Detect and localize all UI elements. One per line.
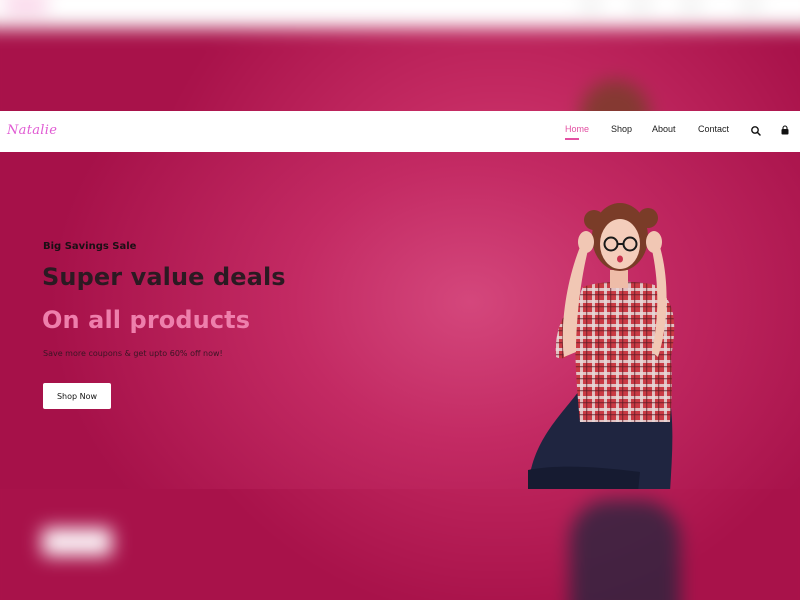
hero-eyebrow: Big Savings Sale — [43, 241, 137, 252]
nav-item-about[interactable]: About — [652, 124, 676, 134]
hero-description: Save more coupons & get upto 60% off now… — [43, 349, 223, 358]
nav-item-shop[interactable]: Shop — [611, 124, 632, 134]
hero-model-image — [528, 203, 675, 489]
nav-item-contact[interactable]: Contact — [698, 124, 729, 134]
blurred-button — [42, 528, 112, 556]
navbar: Natalie Home Shop About Contact — [0, 111, 800, 152]
blurred-header — [0, 0, 800, 28]
hero-title: Super value deals — [42, 263, 286, 291]
nav-item-home[interactable]: Home — [565, 124, 589, 134]
site-logo[interactable]: Natalie — [7, 123, 57, 138]
hero-banner: Big Savings Sale Super value deals On al… — [0, 152, 800, 489]
nav-active-underline — [565, 138, 579, 140]
hero-subtitle: On all products — [42, 306, 251, 334]
shopping-bag-icon[interactable] — [778, 123, 792, 137]
shop-now-button[interactable]: Shop Now — [43, 383, 111, 409]
search-icon[interactable] — [749, 123, 763, 137]
